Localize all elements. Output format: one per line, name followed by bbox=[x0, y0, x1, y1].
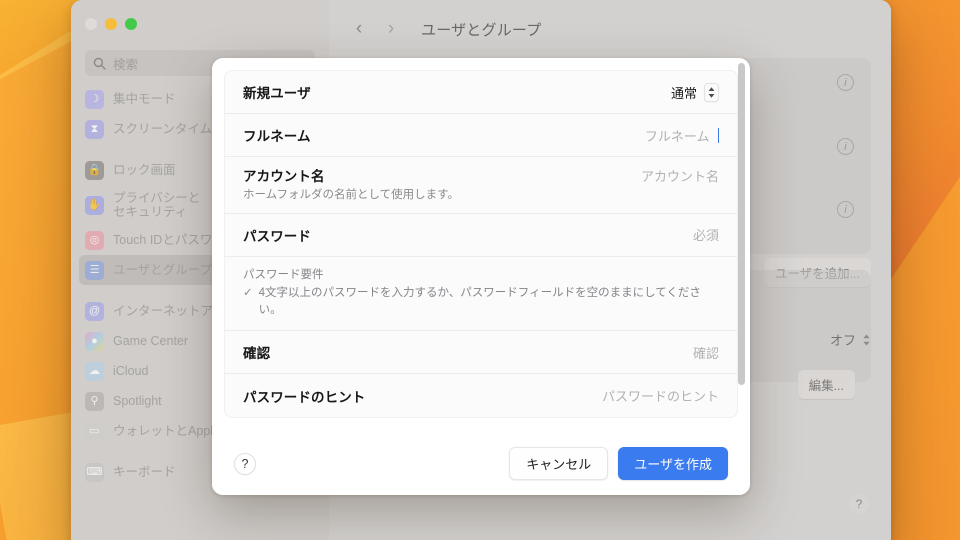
info-icon[interactable]: i bbox=[837, 74, 854, 91]
password-input[interactable]: 必須 bbox=[693, 225, 719, 244]
sidebar-item-label: Spotlight bbox=[113, 394, 162, 408]
create-user-button[interactable]: ユーザを作成 bbox=[618, 447, 728, 480]
row-subtitle: ホームフォルダの名前として使用します。 bbox=[243, 189, 459, 201]
forward-button[interactable]: › bbox=[383, 18, 399, 40]
page-title: ユーザとグループ bbox=[421, 21, 542, 39]
gamecenter-icon: ● bbox=[85, 331, 104, 351]
close-button[interactable] bbox=[85, 18, 97, 30]
sheet-scroll-area: 新規ユーザ 通常 フルネーム フルネーム アカウント名 アカウント名 ホームフォ… bbox=[212, 58, 750, 432]
toolbar: ‹ › ユーザとグループ bbox=[329, 0, 891, 58]
requirements-line: ✓ 4文字以上のパスワードを入力するか、パスワードフィールドを空のままにしてくだ… bbox=[243, 285, 719, 320]
moon-icon: ☽ bbox=[85, 89, 104, 109]
row-account-name[interactable]: アカウント名 アカウント名 ホームフォルダの名前として使用します。 bbox=[225, 157, 737, 214]
sheet-footer: ? キャンセル ユーザを作成 bbox=[212, 432, 750, 495]
back-button[interactable]: ‹ bbox=[351, 18, 367, 40]
chevron-updown-icon bbox=[862, 333, 871, 347]
row-label: パスワードのヒント bbox=[243, 389, 366, 405]
icloud-icon: ☁ bbox=[85, 361, 104, 381]
row-password-hint[interactable]: パスワードのヒント パスワードのヒント bbox=[225, 374, 737, 417]
sidebar-item-label: 集中モード bbox=[113, 92, 176, 106]
edit-button[interactable]: 編集... bbox=[797, 370, 855, 399]
row-full-name[interactable]: フルネーム フルネーム bbox=[225, 114, 737, 157]
spotlight-icon: ⚲ bbox=[85, 391, 104, 411]
row-label: パスワード bbox=[243, 228, 311, 244]
row-label: フルネーム bbox=[243, 129, 311, 144]
row-confirm[interactable]: 確認 確認 bbox=[225, 331, 737, 375]
wallet-icon: ▭ bbox=[85, 421, 104, 441]
new-user-form: 新規ユーザ 通常 フルネーム フルネーム アカウント名 アカウント名 ホームフォ… bbox=[224, 70, 738, 419]
auto-login-popup[interactable]: オフ bbox=[830, 330, 871, 349]
sidebar-item-label: キーボード bbox=[113, 465, 176, 479]
sheet-actions: キャンセル ユーザを作成 bbox=[509, 447, 728, 480]
sheet-scrollbar[interactable] bbox=[738, 63, 745, 385]
check-icon: ✓ bbox=[243, 286, 253, 299]
hourglass-icon: ⧗ bbox=[85, 119, 104, 139]
new-user-sheet: 新規ユーザ 通常 フルネーム フルネーム アカウント名 アカウント名 ホームフォ… bbox=[212, 58, 750, 495]
confirm-input[interactable]: 確認 bbox=[693, 343, 719, 362]
search-icon bbox=[93, 57, 106, 70]
sidebar-item-label: Game Center bbox=[113, 334, 189, 348]
row-label: 確認 bbox=[243, 346, 271, 362]
full-name-input[interactable]: フルネーム bbox=[645, 126, 710, 145]
minimize-button[interactable] bbox=[105, 18, 117, 30]
sidebar-item-label: プライバシーと セキュリティ bbox=[113, 191, 201, 219]
desktop-wallpaper: 検索 ☽ 集中モード ⧗ スクリーンタイム 🔒 ロック画面 ✋ プライバシーと セキュリティ ◎… bbox=[0, 0, 960, 540]
sidebar-item-label: ロック画面 bbox=[113, 163, 176, 177]
hand-icon: ✋ bbox=[85, 195, 104, 215]
row-label: 新規ユーザ bbox=[243, 86, 311, 101]
cancel-button[interactable]: キャンセル bbox=[509, 447, 609, 480]
row-label: アカウント名 bbox=[243, 169, 325, 184]
requirements-text: 4文字以上のパスワードを入力するか、パスワードフィールドを空のままにしてください… bbox=[258, 286, 701, 316]
window-controls bbox=[71, 10, 329, 30]
users-icon: ☰ bbox=[85, 260, 104, 280]
info-icon[interactable]: i bbox=[837, 138, 854, 155]
lock-icon: 🔒 bbox=[85, 160, 104, 180]
keyboard-icon: ⌨ bbox=[85, 462, 104, 482]
help-button[interactable]: ? bbox=[849, 494, 869, 514]
row-value[interactable]: フルネーム bbox=[645, 126, 719, 145]
help-button[interactable]: ? bbox=[234, 452, 256, 475]
row-value[interactable]: 通常 bbox=[670, 82, 719, 102]
password-requirements: パスワード要件 ✓ 4文字以上のパスワードを入力するか、パスワードフィールドを空… bbox=[225, 257, 737, 332]
account-name-input[interactable]: アカウント名 bbox=[641, 166, 719, 185]
sidebar-item-label: ユーザとグループ bbox=[113, 263, 213, 277]
zoom-button[interactable] bbox=[125, 18, 137, 30]
row-new-user[interactable]: 新規ユーザ 通常 bbox=[225, 71, 737, 114]
search-placeholder: 検索 bbox=[113, 57, 139, 72]
requirements-title: パスワード要件 bbox=[243, 268, 324, 281]
sidebar-item-label: iCloud bbox=[113, 364, 149, 378]
fingerprint-icon: ◎ bbox=[85, 230, 104, 250]
row-password[interactable]: パスワード 必須 bbox=[225, 214, 737, 257]
password-hint-input[interactable]: パスワードのヒント bbox=[602, 386, 719, 405]
text-caret bbox=[717, 127, 719, 143]
auto-login-value: オフ bbox=[829, 333, 856, 348]
new-user-type-value: 通常 bbox=[670, 85, 697, 101]
sidebar-item-label: スクリーンタイム bbox=[113, 122, 213, 136]
at-icon: @ bbox=[85, 301, 104, 321]
chevron-updown-icon[interactable] bbox=[704, 82, 719, 102]
info-icon[interactable]: i bbox=[837, 201, 854, 218]
